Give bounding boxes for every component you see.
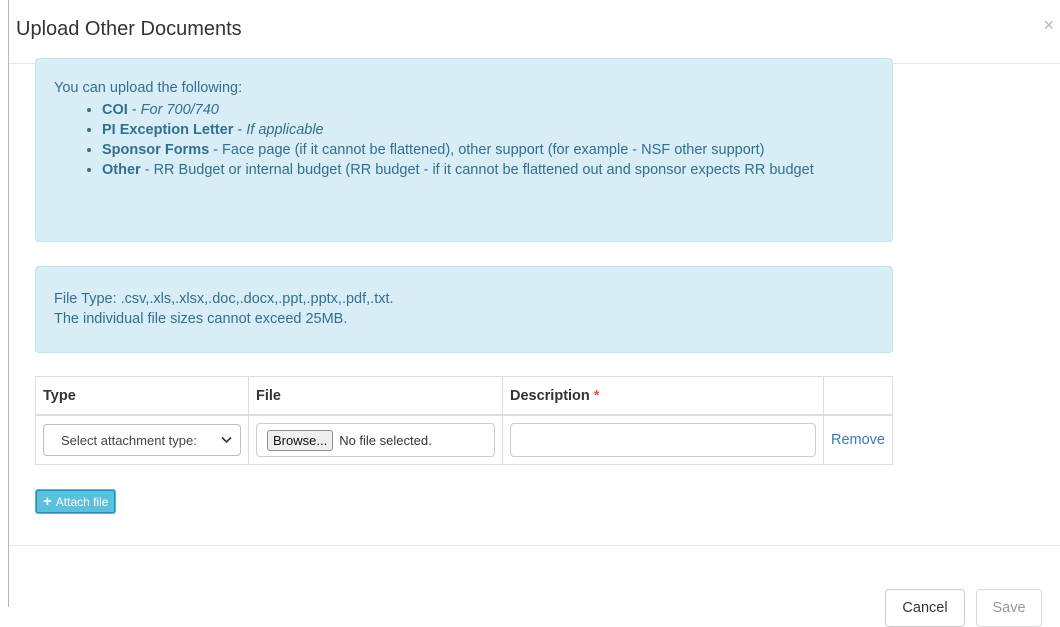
file-column-header: File bbox=[248, 376, 503, 416]
modal-header: Upload Other Documents × bbox=[9, 0, 1060, 64]
attachments-table: Type File Description * Select attachmen… bbox=[35, 376, 893, 465]
attach-file-label: Attach file bbox=[55, 494, 109, 509]
description-header-label: Description bbox=[510, 387, 590, 404]
table-row: Select attachment type: Browse... No fil… bbox=[35, 414, 893, 465]
description-column-header: Description * bbox=[502, 376, 824, 416]
item-name: Other bbox=[102, 162, 141, 178]
list-item: PI Exception Letter - If applicable bbox=[102, 120, 874, 140]
table-header-row: Type File Description * bbox=[35, 376, 893, 416]
modal-title: Upload Other Documents bbox=[16, 18, 242, 40]
file-status: No file selected. bbox=[339, 432, 432, 448]
info-intro: You can upload the following: bbox=[54, 80, 243, 96]
item-separator: - bbox=[127, 102, 141, 118]
item-separator: - bbox=[233, 122, 247, 138]
file-size-text: The individual file sizes cannot exceed … bbox=[54, 311, 348, 327]
attachment-type-select[interactable]: Select attachment type: bbox=[43, 424, 241, 456]
document-type-list: COI - For 700/740 PI Exception Letter - … bbox=[54, 100, 874, 180]
browse-button[interactable]: Browse... bbox=[267, 429, 334, 451]
description-input[interactable] bbox=[510, 423, 816, 457]
list-item: Other - RR Budget or internal budget (RR… bbox=[102, 160, 874, 180]
cancel-button[interactable]: Cancel bbox=[885, 589, 965, 627]
item-name: Sponsor Forms bbox=[102, 142, 210, 158]
list-item: COI - For 700/740 bbox=[102, 100, 874, 120]
action-cell: Remove bbox=[823, 414, 893, 465]
attach-file-button[interactable]: + Attach file bbox=[35, 489, 117, 514]
item-description: Face page (if it cannot be flattened), o… bbox=[222, 142, 765, 158]
item-separator: - bbox=[209, 142, 223, 158]
upload-info-box: You can upload the following: COI - For … bbox=[35, 58, 893, 242]
action-column-header bbox=[823, 376, 893, 416]
file-cell: Browse... No file selected. bbox=[248, 414, 503, 465]
item-name: COI bbox=[102, 102, 128, 118]
item-note: For 700/740 bbox=[140, 102, 219, 118]
close-icon[interactable]: × bbox=[1043, 15, 1054, 36]
remove-link[interactable]: Remove bbox=[831, 432, 885, 448]
plus-icon: + bbox=[43, 493, 52, 510]
item-separator: - bbox=[140, 162, 154, 178]
upload-dialog: Upload Other Documents × You can upload … bbox=[8, 0, 1060, 607]
item-description: RR Budget or internal budget (RR budget … bbox=[153, 162, 814, 178]
type-column-header: Type bbox=[35, 376, 249, 416]
file-type-info-box: File Type: .csv,.xls,.xlsx,.doc,.docx,.p… bbox=[35, 266, 893, 353]
save-button[interactable]: Save bbox=[976, 589, 1042, 627]
type-cell: Select attachment type: bbox=[35, 414, 249, 465]
chevron-down-icon bbox=[221, 436, 232, 444]
description-cell bbox=[502, 414, 824, 465]
item-name: PI Exception Letter bbox=[102, 122, 234, 138]
file-input[interactable]: Browse... No file selected. bbox=[256, 423, 495, 457]
required-indicator: * bbox=[593, 387, 600, 404]
select-value: Select attachment type: bbox=[61, 432, 197, 448]
file-type-text: File Type: .csv,.xls,.xlsx,.doc,.docx,.p… bbox=[54, 291, 394, 307]
item-note: If applicable bbox=[246, 122, 324, 138]
list-item: Sponsor Forms - Face page (if it cannot … bbox=[102, 140, 874, 160]
